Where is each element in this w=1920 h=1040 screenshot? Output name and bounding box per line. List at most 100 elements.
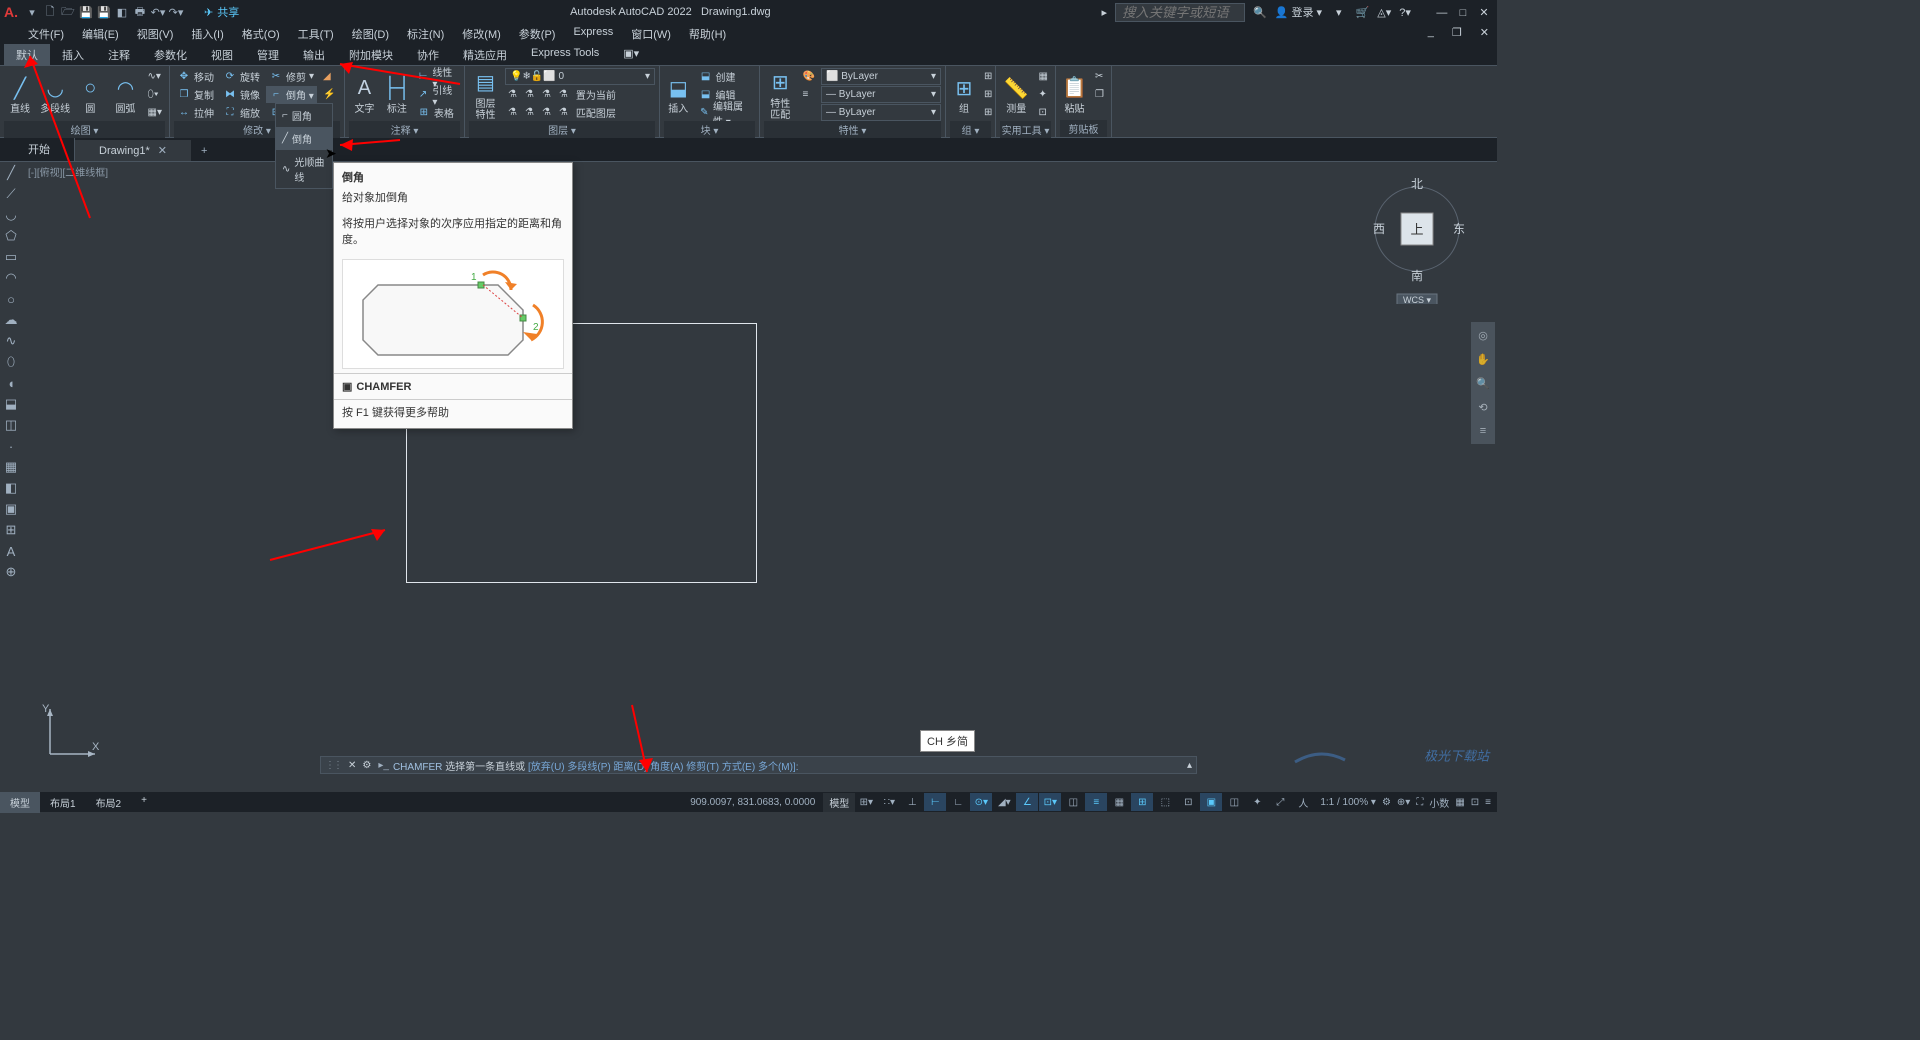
tool-region-icon[interactable]: ▣ xyxy=(2,500,20,518)
spline-icon[interactable]: ∿▾ xyxy=(145,68,165,85)
stretch-button[interactable]: ↔拉伸 xyxy=(174,104,217,121)
tool-spline-icon[interactable]: ∿ xyxy=(2,332,20,350)
panel-layers-title[interactable]: 图层 ▾ xyxy=(469,121,655,138)
panel-block-title[interactable]: 块 ▾ xyxy=(664,121,755,138)
panel-props-title[interactable]: 特性 ▾ xyxy=(764,121,941,138)
group-button[interactable]: ⊞组 xyxy=(950,68,978,121)
matchprop-button[interactable]: ⊞特性 匹配 xyxy=(764,68,797,121)
trim-button[interactable]: ✂修剪▾ xyxy=(266,68,317,85)
tool-polygon-icon[interactable]: ⬠ xyxy=(2,227,20,245)
fullscreen-icon[interactable]: ⛶ xyxy=(1416,797,1423,808)
insert-button[interactable]: ⬓插入 xyxy=(664,68,693,121)
undo-icon[interactable]: ↶▾ xyxy=(150,4,166,20)
autodesk-icon[interactable]: ◬▾ xyxy=(1377,6,1391,19)
cmd-close-icon[interactable]: ✕ xyxy=(348,760,356,771)
snap-icon[interactable]: ∷▾ xyxy=(878,793,900,811)
layer-icon6[interactable]: ⚗ xyxy=(522,104,537,121)
save-icon[interactable]: 💾 xyxy=(78,4,94,20)
flyout-fillet[interactable]: ⌐圆角 xyxy=(276,104,332,127)
table-button[interactable]: ⊞表格 xyxy=(414,104,460,121)
util-icon2[interactable]: ✦ xyxy=(1036,86,1051,103)
infer-icon[interactable]: ⊥ xyxy=(901,793,923,811)
tab-manage[interactable]: 管理 xyxy=(245,44,291,65)
menu-edit[interactable]: 编辑(E) xyxy=(74,24,127,44)
setcurrent-button[interactable]: 置为当前 xyxy=(573,86,619,103)
menu-help[interactable]: 帮助(H) xyxy=(681,24,734,44)
tool-insert-icon[interactable]: ⬓ xyxy=(2,395,20,413)
lwt-icon[interactable]: ≡ xyxy=(1085,793,1107,811)
tool-table-icon[interactable]: ⊞ xyxy=(2,521,20,539)
paste-button[interactable]: 📋粘贴 xyxy=(1060,68,1089,120)
editattr-button[interactable]: ✎编辑属性 ▾ xyxy=(696,104,755,121)
autoscale-icon[interactable]: ⤢ xyxy=(1269,793,1291,811)
workspace-max-icon[interactable]: ❐ xyxy=(1444,24,1470,44)
command-line[interactable]: ⋮⋮ ✕ ⚙ ▸_ CHAMFER 选择第一条直线或 [放弃(U) 多段线(P)… xyxy=(320,756,1197,774)
tab-parametric[interactable]: 参数化 xyxy=(142,44,199,65)
menu-modify[interactable]: 修改(M) xyxy=(454,24,509,44)
tool-ellipse-icon[interactable]: ⬯ xyxy=(2,353,20,371)
gizmo-icon[interactable]: ◫ xyxy=(1223,793,1245,811)
tool-circle-icon[interactable]: ○ xyxy=(2,290,20,308)
share-button[interactable]: ✈ 共享 xyxy=(204,4,239,20)
tab-close-icon[interactable]: ✕ xyxy=(158,144,167,157)
menu-view[interactable]: 视图(V) xyxy=(129,24,182,44)
close-button[interactable]: ✕ xyxy=(1475,6,1493,19)
qp-icon[interactable]: ⊡ xyxy=(1177,793,1199,811)
viewcube[interactable]: 北 南 西 东 上 WCS ▾ xyxy=(1367,174,1467,274)
osnap-icon[interactable]: ∠ xyxy=(1016,793,1038,811)
cmd-expand-icon[interactable]: ▴ xyxy=(1187,760,1192,771)
scale-button[interactable]: ⛶缩放 xyxy=(220,104,263,121)
layer-icon8[interactable]: ⚗ xyxy=(556,104,571,121)
workspace-min-icon[interactable]: _ xyxy=(1420,24,1442,44)
layer-icon3[interactable]: ⚗ xyxy=(539,86,554,103)
custom-icon[interactable]: ▦ xyxy=(1455,797,1464,808)
menu-dim[interactable]: 标注(N) xyxy=(399,24,452,44)
polar-icon[interactable]: ⊙▾ xyxy=(970,793,992,811)
group-icon3[interactable]: ⊞ xyxy=(981,86,995,103)
menu-insert[interactable]: 插入(I) xyxy=(183,24,231,44)
tool-revcloud-icon[interactable]: ☁ xyxy=(2,311,20,329)
nav-showmo-icon[interactable]: ≡ xyxy=(1473,420,1493,442)
gear-icon[interactable]: ⚙ xyxy=(1382,797,1391,808)
workspace-close-icon[interactable]: ✕ xyxy=(1472,24,1497,44)
panel-clip-title[interactable]: 剪贴板 xyxy=(1060,120,1107,137)
plot-icon[interactable]: 🖶 xyxy=(132,4,148,20)
redo-icon[interactable]: ↷▾ xyxy=(168,4,184,20)
tab-express[interactable]: Express Tools xyxy=(519,44,611,65)
menu-express[interactable]: Express xyxy=(565,24,621,44)
nav-wheel-icon[interactable]: ◎ xyxy=(1473,324,1493,346)
infocenter-arrow-icon[interactable]: ▸ xyxy=(1102,6,1108,19)
web-icon[interactable]: ◧ xyxy=(114,4,130,20)
tab-expand-icon[interactable]: ▣▾ xyxy=(611,44,651,65)
flyout-blend[interactable]: ∿光顺曲线 xyxy=(276,150,332,188)
layer-icon4[interactable]: ⚗ xyxy=(556,86,571,103)
nav-zoom-icon[interactable]: 🔍 xyxy=(1473,372,1493,394)
measure-button[interactable]: 📏测量 xyxy=(1000,68,1033,121)
help-icon[interactable]: ?▾ xyxy=(1399,6,1411,19)
group-icon2[interactable]: ⊞ xyxy=(981,68,995,85)
minimize-button[interactable]: — xyxy=(1433,7,1451,19)
new-icon[interactable]: 🗋 xyxy=(42,4,58,20)
ortho-icon[interactable]: ∟ xyxy=(947,793,969,811)
otrack-icon[interactable]: ⊡▾ xyxy=(1039,793,1061,811)
tool-addsel-icon[interactable]: ⊕ xyxy=(2,563,20,581)
layerprop-button[interactable]: ▤图层 特性 xyxy=(469,68,502,121)
search-input[interactable] xyxy=(1115,3,1245,22)
view-icon[interactable]: ⊕▾ xyxy=(1397,797,1410,808)
tool-text-icon[interactable]: A xyxy=(2,542,20,560)
matchlayer-button[interactable]: 匹配图层 xyxy=(573,104,619,121)
tool-hatch-icon[interactable]: ▦ xyxy=(2,458,20,476)
mirror-button[interactable]: ⧓镜像 xyxy=(220,86,263,103)
tab-view[interactable]: 视图 xyxy=(199,44,245,65)
menu-window[interactable]: 窗口(W) xyxy=(623,24,679,44)
linetype-dropdown[interactable]: — ByLayer▾ xyxy=(821,104,941,121)
menu-format[interactable]: 格式(O) xyxy=(234,24,288,44)
sel-icon[interactable]: ▣ xyxy=(1200,793,1222,811)
cmd-handle-icon[interactable]: ⋮⋮ xyxy=(325,760,341,771)
scale-display[interactable]: 1:1 / 100% ▾ xyxy=(1320,797,1376,808)
nav-pan-icon[interactable]: ✋ xyxy=(1473,348,1493,370)
qat-menu-icon[interactable]: ▾ xyxy=(24,4,40,20)
grid-icon[interactable]: ⊞▾ xyxy=(855,793,877,811)
ann-icon[interactable]: ⬚ xyxy=(1154,793,1176,811)
util-icon3[interactable]: ⊡ xyxy=(1036,104,1051,121)
